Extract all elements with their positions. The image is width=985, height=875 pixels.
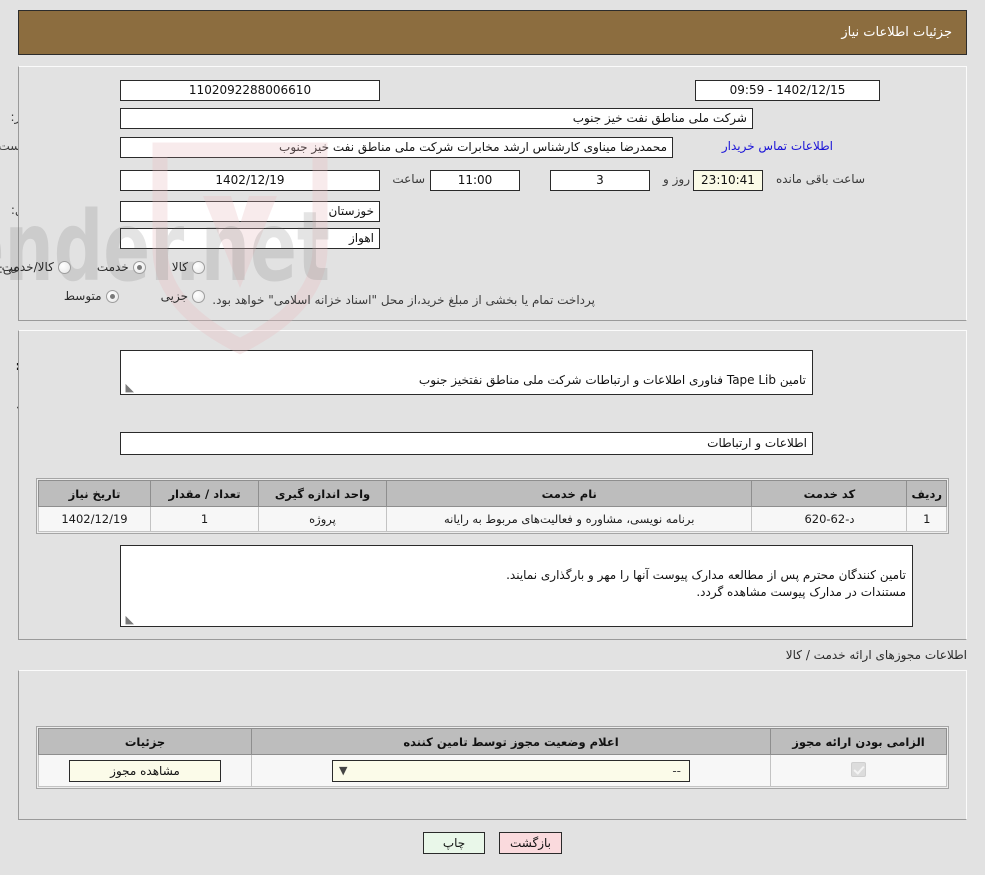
chevron-down-icon: ▼ <box>339 763 348 777</box>
col-header-service-code: کد خدمت <box>751 480 908 507</box>
col-header-quantity: تعداد / مقدار <box>150 480 259 507</box>
col-header-unit: واحد اندازه گیری <box>258 480 387 507</box>
radio-icon[interactable] <box>105 289 119 303</box>
cell-license-required <box>770 754 947 787</box>
cell-unit: پروژه <box>258 506 387 532</box>
category-option-label: خدمت <box>96 260 129 274</box>
deadline-hour-value: 11:00 <box>430 170 520 191</box>
deadline-date-value: 1402/12/19 <box>120 170 380 191</box>
footer-actions: بازگشت چاپ <box>0 832 985 854</box>
col-header-service-name: نام خدمت <box>385 480 753 507</box>
licenses-section-title: اطلاعات مجوزهای ارائه خدمت / کالا <box>785 648 967 662</box>
col-header-license-details: جزئیات <box>38 728 252 755</box>
cell-license-status: ▼ -- <box>251 754 771 787</box>
province-value: خوزستان <box>120 201 380 222</box>
cell-service-name: برنامه نویسی، مشاوره و فعالیت‌های مربوط … <box>385 506 753 532</box>
back-button[interactable]: بازگشت <box>499 832 562 854</box>
need-number-value: 1102092288006610 <box>120 80 380 101</box>
category-option-label: کالا/خدمت <box>1 260 54 274</box>
category-option-label: کالا <box>171 260 188 274</box>
treasury-note: پرداخت تمام یا بخشی از مبلغ خرید،از محل … <box>212 293 595 307</box>
col-header-need-date: تاریخ نیاز <box>38 480 151 507</box>
cell-quantity: 1 <box>150 506 259 532</box>
purchase-type-radio-medium[interactable]: متوسط <box>64 289 119 303</box>
resize-grip-icon[interactable]: ◣ <box>123 382 134 393</box>
category-radio-group: کالا خدمت کالا/خدمت <box>2 260 205 274</box>
service-table: ردیف کد خدمت نام خدمت واحد اندازه گیری ت… <box>36 478 949 534</box>
license-status-dropdown[interactable]: ▼ -- <box>332 759 690 782</box>
cell-need-date: 1402/12/19 <box>38 506 151 532</box>
col-header-license-status: اعلام وضعیت مجوز توسط تامین کننده <box>251 728 771 755</box>
radio-icon[interactable] <box>192 289 205 303</box>
cell-service-code: د-62-620 <box>751 506 908 532</box>
cell-license-details: مشاهده مجوز <box>38 754 252 787</box>
general-description-field[interactable]: تامین Tape Lib فناوری اطلاعات و ارتباطات… <box>120 350 813 395</box>
cell-row-no: 1 <box>906 506 947 532</box>
category-radio-khedmat[interactable]: خدمت <box>97 260 146 274</box>
days-and-label: روز و <box>663 172 690 186</box>
service-table-grid: ردیف کد خدمت نام خدمت واحد اندازه گیری ت… <box>38 480 947 532</box>
print-button[interactable]: چاپ <box>423 832 485 854</box>
category-radio-kala-khedmat[interactable]: کالا/خدمت <box>2 260 71 274</box>
deadline-hour-label: ساعت <box>392 172 425 186</box>
page-title: جزئیات اطلاعات نیاز <box>841 25 952 40</box>
licenses-table-grid: الزامی بودن ارائه مجوز اعلام وضعیت مجوز … <box>38 728 947 787</box>
licenses-table: الزامی بودن ارائه مجوز اعلام وضعیت مجوز … <box>36 726 949 789</box>
col-header-row-no: ردیف <box>906 480 947 507</box>
purchase-type-radio-group: جزیی متوسط <box>64 289 205 303</box>
checkbox-icon <box>851 761 866 777</box>
buyer-notes-field[interactable]: تامین کنندگان محترم پس از مطالعه مدارک پ… <box>120 545 913 627</box>
city-value: اهواز <box>120 228 380 249</box>
table-row: ▼ -- مشاهده مجوز <box>38 754 947 787</box>
radio-icon[interactable] <box>192 260 205 274</box>
requester-value: محمدرضا میناوی کارشناس ارشد مخابرات شرکت… <box>120 137 673 158</box>
radio-icon[interactable] <box>57 260 71 274</box>
purchase-type-radio-minor[interactable]: جزیی <box>161 289 205 303</box>
radio-icon[interactable] <box>132 260 146 274</box>
category-radio-kala[interactable]: کالا <box>172 260 205 274</box>
license-status-value: -- <box>672 763 681 778</box>
page-header-bar: جزئیات اطلاعات نیاز <box>18 10 967 55</box>
table-row: 1 د-62-620 برنامه نویسی، مشاوره و فعالیت… <box>38 506 947 532</box>
resize-grip-icon[interactable]: ◣ <box>123 614 134 625</box>
need-info-panel <box>18 66 967 321</box>
view-license-button[interactable]: مشاهده مجوز <box>69 759 221 782</box>
purchase-type-option-label: جزیی <box>160 289 188 303</box>
days-remaining-value: 3 <box>550 170 650 191</box>
service-table-header-row: ردیف کد خدمت نام خدمت واحد اندازه گیری ت… <box>38 480 947 507</box>
col-header-license-required: الزامی بودن ارائه مجوز <box>770 728 947 755</box>
buyer-notes-value: تامین کنندگان محترم پس از مطالعه مدارک پ… <box>506 568 906 599</box>
licenses-table-header-row: الزامی بودن ارائه مجوز اعلام وضعیت مجوز … <box>38 728 947 755</box>
page-root: جزئیات اطلاعات نیاز شماره نیاز: 11020922… <box>0 0 985 875</box>
buyer-contact-link[interactable]: اطلاعات تماس خریدار <box>722 139 833 153</box>
remaining-suffix-label: ساعت باقی مانده <box>775 172 865 186</box>
time-remaining-value: 23:10:41 <box>693 170 763 191</box>
buyer-org-value: شرکت ملی مناطق نفت خیز جنوب <box>120 108 753 129</box>
announce-datetime-value: 1402/12/15 - 09:59 <box>695 80 880 101</box>
general-description-value: تامین Tape Lib فناوری اطلاعات و ارتباطات… <box>418 373 806 387</box>
purchase-type-option-label: متوسط <box>63 289 102 303</box>
service-group-value[interactable]: اطلاعات و ارتباطات <box>120 432 813 455</box>
